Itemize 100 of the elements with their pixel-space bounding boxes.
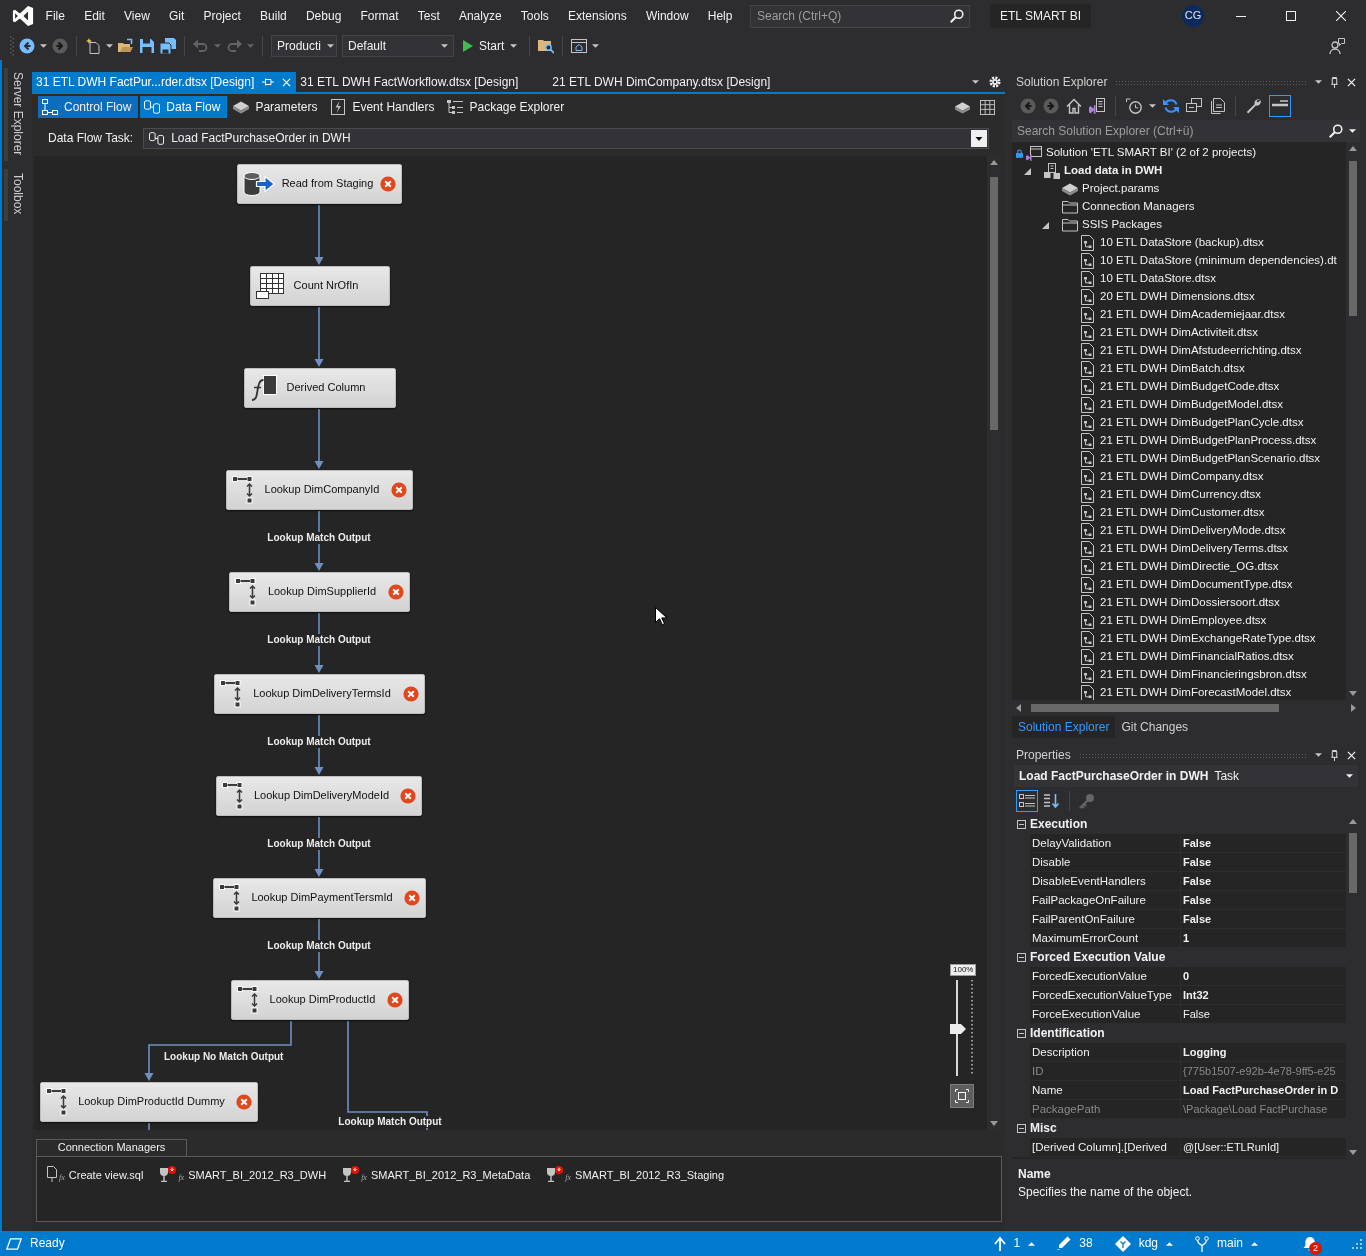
scroll-down-icon[interactable] (1349, 691, 1357, 696)
property-value[interactable]: 1 (1181, 929, 1346, 948)
menu-item[interactable]: Project (193, 5, 251, 27)
error-icon[interactable] (380, 176, 396, 192)
folder-search-icon[interactable] (538, 38, 555, 54)
tree-item[interactable]: 21 ETL DWH DimBudgetModel.dtsx (1100, 398, 1283, 412)
tree-item[interactable]: Connection Managers (1082, 200, 1195, 214)
configuration-dropdown[interactable]: Producti (271, 35, 337, 57)
path-line[interactable] (148, 1122, 150, 1130)
browser-window-icon[interactable] (571, 38, 588, 54)
table-icon[interactable] (980, 99, 995, 115)
menu-item[interactable]: Extensions (558, 5, 637, 27)
tree-item[interactable]: 21 ETL DWH DimFinancialRatios.dtsx (1100, 650, 1294, 664)
scroll-up-icon[interactable] (990, 160, 998, 165)
tree-item[interactable]: 21 ETL DWH DimBudgetPlanCycle.dtsx (1100, 416, 1304, 430)
panel-tab[interactable]: Connection Managers (36, 1139, 187, 1156)
side-tab[interactable]: Server Explorer (4, 68, 28, 162)
tree-item[interactable]: 21 ETL DWH DimActiviteit.dtsx (1100, 326, 1259, 340)
scroll-right-icon[interactable] (1351, 704, 1356, 712)
save-all-icon[interactable] (160, 38, 176, 54)
tree-item[interactable]: Project.params (1082, 182, 1160, 196)
pin-icon[interactable] (1330, 76, 1339, 88)
wrench-icon[interactable] (1246, 98, 1262, 114)
scroll-left-icon[interactable] (1016, 704, 1021, 712)
pin-icon[interactable] (1330, 749, 1339, 761)
error-icon[interactable] (388, 584, 404, 600)
error-icon[interactable] (236, 1094, 252, 1110)
document-tab[interactable]: 21 ETL DWH DimCompany.dtsx [Design] (548, 72, 801, 92)
designer-tab[interactable]: Data Flow (140, 96, 228, 118)
tree-item[interactable]: 21 ETL DWH DimDeliveryTerms.dtsx (1100, 542, 1289, 556)
data-flow-component[interactable]: Lookup DimSupplierId (229, 572, 410, 612)
collapse-icon[interactable] (1016, 953, 1026, 962)
scroll-down-icon[interactable] (1349, 1150, 1357, 1155)
clock-icon[interactable] (1126, 98, 1142, 114)
caret-icon[interactable] (106, 44, 113, 48)
zoom-to-fit-button[interactable] (950, 1084, 974, 1108)
tree-item[interactable]: 21 ETL DWH DimBatch.dtsx (1100, 362, 1245, 376)
expander-icon[interactable] (1024, 167, 1031, 175)
error-icon[interactable] (400, 788, 416, 804)
scrollbar-thumb[interactable] (1031, 704, 1279, 712)
scroll-up-icon[interactable] (1349, 146, 1357, 151)
tree-item[interactable]: 21 ETL DWH DimCustomer.dtsx (1100, 506, 1265, 520)
property-value[interactable]: False (1181, 910, 1346, 929)
open-folder-icon[interactable] (118, 38, 134, 54)
tree-item[interactable]: 21 ETL DWH DimBudgetPlanProcess.dtsx (1100, 434, 1317, 448)
menu-item[interactable]: Test (408, 5, 450, 27)
error-icon[interactable] (387, 992, 403, 1008)
menu-item[interactable]: Edit (74, 5, 115, 27)
files-icon[interactable] (1209, 98, 1225, 114)
data-flow-component[interactable]: Lookup DimCompanyId (226, 470, 413, 510)
data-flow-component[interactable]: Lookup DimPaymentTersmId (213, 878, 426, 918)
start-button[interactable]: Start (459, 35, 522, 57)
data-flow-component[interactable]: Lookup DimDeliveryTermsId (214, 674, 425, 714)
menu-item[interactable]: Tools (511, 5, 559, 27)
menu-item[interactable]: Build (250, 5, 297, 27)
close-icon[interactable] (1336, 11, 1346, 21)
person-chat-icon[interactable] (1329, 38, 1345, 54)
property-value[interactable]: False (1181, 872, 1346, 891)
caret-icon[interactable] (972, 80, 979, 84)
tree-item[interactable]: 20 ETL DWH Dimensions.dtsx (1100, 290, 1255, 304)
data-flow-component[interactable]: Count NrOfIn (250, 266, 390, 306)
document-tab[interactable]: 31 ETL DWH FactWorkflow.dtsx [Design] (296, 72, 549, 92)
repository-button[interactable]: kdg (1110, 1235, 1177, 1252)
close-icon[interactable] (1347, 77, 1356, 87)
logo-icon[interactable] (12, 5, 34, 27)
tree-item[interactable]: SSIS Packages (1082, 218, 1162, 232)
settings-icon[interactable] (989, 76, 1001, 88)
zoom-slider-track[interactable] (950, 980, 974, 1076)
tree-item[interactable]: 21 ETL DWH DimBudgetPlanScenario.dtsx (1100, 452, 1321, 466)
data-flow-component[interactable]: Derived Column (244, 368, 396, 408)
tree-item[interactable]: Solution 'ETL SMART BI' (2 of 2 projects) (1046, 146, 1256, 160)
scrollbar-thumb[interactable] (1349, 161, 1357, 316)
side-tab[interactable]: Toolbox (4, 169, 28, 221)
data-flow-component[interactable]: Lookup DimProductId (231, 980, 409, 1020)
outgoing-commits-button[interactable]: 1 (989, 1236, 1040, 1251)
caret-icon[interactable] (1315, 80, 1322, 84)
resize-grip-icon[interactable] (1352, 1238, 1362, 1249)
pending-changes-button[interactable]: 38 (1053, 1236, 1097, 1251)
new-document-icon[interactable] (85, 38, 101, 54)
menu-item[interactable]: Git (159, 5, 194, 27)
menu-item[interactable]: Help (698, 5, 743, 27)
stacked-windows-icon[interactable] (1186, 98, 1202, 114)
data-flow-component[interactable]: Read from Staging (237, 164, 402, 204)
panel-tab[interactable]: Git Changes (1115, 716, 1195, 738)
panel-tab[interactable]: Solution Explorer (1012, 716, 1116, 738)
switch-views-icon[interactable] (1089, 98, 1105, 114)
tree-item[interactable]: 21 ETL DWH DimExchangeRateType.dtsx (1100, 632, 1316, 646)
tree-item[interactable]: 21 ETL DWH DimDirectie_OG.dtsx (1100, 560, 1279, 574)
tree-item[interactable]: 21 ETL DWH DimCompany.dtsx (1100, 470, 1264, 484)
menu-item[interactable]: Window (636, 5, 699, 27)
tree-item[interactable]: 21 ETL DWH DimEmployee.dtsx (1100, 614, 1267, 628)
data-flow-component[interactable]: Lookup DimDeliveryModeId (216, 776, 422, 816)
search-field[interactable]: Search (Ctrl+Q) (750, 4, 970, 28)
tree-item[interactable]: 21 ETL DWH DimBudgetCode.dtsx (1100, 380, 1280, 394)
tree-item[interactable]: 21 ETL DWH DimAcademiejaar.dtsx (1100, 308, 1285, 322)
search-icon[interactable] (950, 8, 964, 23)
designer-tab[interactable]: Parameters (229, 96, 325, 118)
close-icon[interactable] (1347, 750, 1356, 760)
connection-manager[interactable]: Create view.sql (68, 1168, 144, 1182)
property-value[interactable]: False (1181, 891, 1346, 910)
